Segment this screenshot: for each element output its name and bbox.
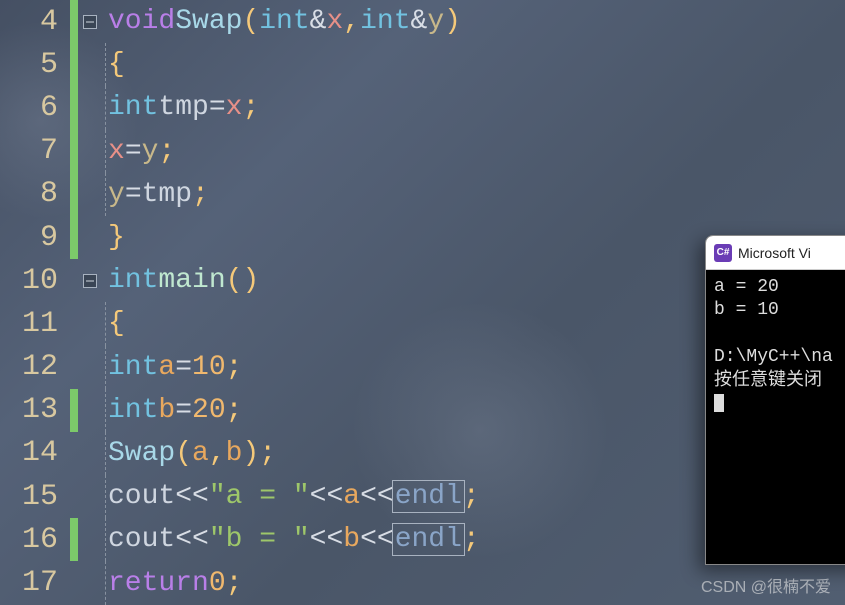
code-line[interactable]: 6 int tmp = x; [0, 86, 845, 129]
change-marker [70, 86, 78, 129]
line-number: 5 [0, 48, 70, 82]
terminal-line: b = 10 [714, 299, 845, 322]
code-content[interactable]: { [108, 43, 845, 86]
code-line[interactable]: 8 y = tmp; [0, 173, 845, 216]
code-content[interactable]: int tmp = x; [108, 86, 845, 129]
change-marker [70, 432, 78, 475]
code-line[interactable]: 17 return 0; [0, 561, 845, 604]
code-content[interactable]: void Swap(int& x, int& y) [108, 0, 845, 43]
line-number: 11 [0, 307, 70, 341]
code-content[interactable]: x = y; [108, 130, 845, 173]
line-number: 7 [0, 134, 70, 168]
change-marker [70, 0, 78, 43]
terminal-line: D:\MyC++\na [714, 346, 845, 369]
change-marker [70, 302, 78, 345]
vs-icon: C# [714, 244, 732, 262]
line-number: 17 [0, 566, 70, 600]
line-number: 4 [0, 5, 70, 39]
change-marker [70, 43, 78, 86]
line-number: 9 [0, 221, 70, 255]
change-marker [70, 130, 78, 173]
fold-toggle-icon[interactable] [83, 274, 97, 288]
code-editor[interactable]: 4 void Swap(int& x, int& y) 5 { 6 int tm… [0, 0, 845, 605]
terminal-output[interactable]: a = 20 b = 10 D:\MyC++\na 按任意键关闭 [706, 270, 845, 422]
terminal-titlebar[interactable]: C# Microsoft Vi [706, 236, 845, 270]
code-line[interactable]: 4 void Swap(int& x, int& y) [0, 0, 845, 43]
highlight-endl: endl [392, 480, 465, 513]
code-line[interactable]: 5 { [0, 43, 845, 86]
terminal-window[interactable]: C# Microsoft Vi a = 20 b = 10 D:\MyC++\n… [705, 235, 845, 565]
line-number: 12 [0, 350, 70, 384]
line-number: 10 [0, 264, 70, 298]
change-marker [70, 518, 78, 561]
line-number: 8 [0, 177, 70, 211]
code-content[interactable]: return 0; [108, 561, 845, 604]
terminal-line: a = 20 [714, 276, 845, 299]
line-number: 6 [0, 91, 70, 125]
line-number: 15 [0, 480, 70, 514]
change-marker [70, 561, 78, 604]
line-number: 16 [0, 523, 70, 557]
change-marker [70, 346, 78, 389]
change-marker [70, 216, 78, 259]
highlight-endl: endl [392, 523, 465, 556]
fold-toggle-icon[interactable] [83, 15, 97, 29]
terminal-cursor [714, 394, 724, 412]
code-line[interactable]: 7 x = y; [0, 130, 845, 173]
code-content[interactable]: y = tmp; [108, 173, 845, 216]
line-number: 13 [0, 393, 70, 427]
line-number: 14 [0, 436, 70, 470]
terminal-line: 按任意键关闭 [714, 370, 845, 393]
change-marker [70, 259, 78, 302]
change-marker [70, 475, 78, 518]
change-marker [70, 389, 78, 432]
terminal-title-text: Microsoft Vi [738, 245, 811, 261]
change-marker [70, 173, 78, 216]
